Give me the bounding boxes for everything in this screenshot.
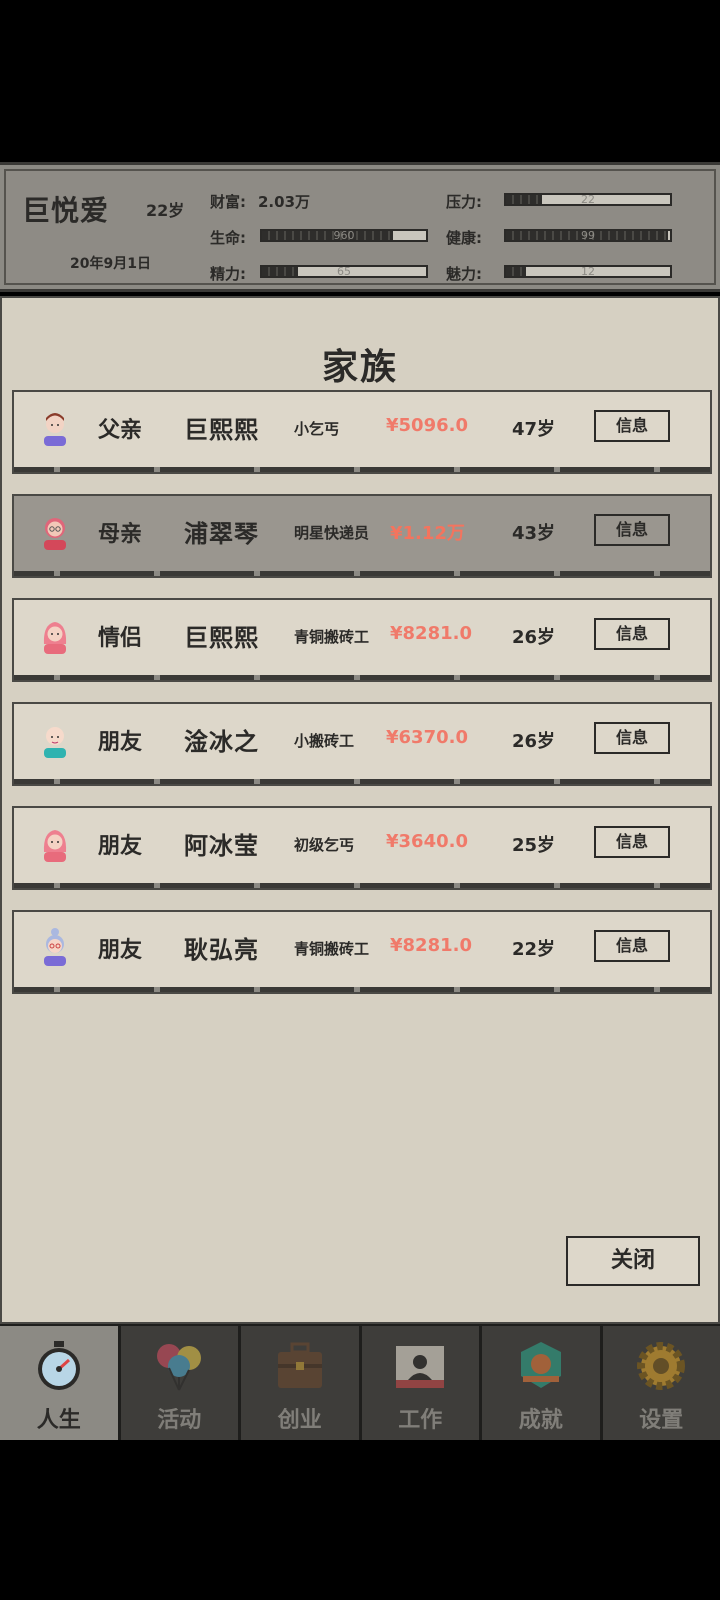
id-card-icon: [396, 1346, 445, 1388]
wealth-value: 2.03万: [258, 193, 311, 211]
tab-business[interactable]: 创业: [241, 1326, 362, 1440]
job-title: 明星快递员: [294, 524, 370, 542]
pressure-value: 22: [581, 193, 595, 206]
age-value: 26岁: [512, 627, 556, 648]
charm-bar: 12: [504, 265, 672, 278]
player-name: 巨悦爱: [22, 194, 110, 227]
female-avatar-icon: [43, 830, 67, 862]
gear-icon: [637, 1342, 686, 1390]
status-panel: 巨悦爱 22岁 20年9月1日 财富: 2.03万 生命: 960 精力: 65…: [0, 162, 720, 292]
close-button[interactable]: 关闭: [566, 1236, 700, 1286]
female-glasses-avatar-icon: [44, 518, 66, 550]
status-panel-inner: 巨悦爱 22岁 20年9月1日 财富: 2.03万 生命: 960 精力: 65…: [4, 169, 716, 285]
job-title: 青铜搬砖工: [294, 940, 370, 958]
money-value: ¥8281.0: [390, 623, 472, 644]
health-value: 99: [581, 229, 595, 242]
info-button[interactable]: 信息: [594, 722, 670, 754]
life-bar: 960: [260, 229, 428, 242]
job-title: 小乞丐: [294, 420, 340, 438]
balloons-icon: [157, 1344, 202, 1391]
relation-label: 情侣: [98, 626, 143, 651]
person-name: 巨熙熙: [184, 624, 259, 652]
relation-label: 朋友: [98, 938, 143, 963]
briefcase-icon: [277, 1342, 322, 1388]
info-button[interactable]: 信息: [594, 410, 670, 442]
tab-settings-label: 设置: [639, 1408, 684, 1433]
male-avatar-icon: [44, 413, 66, 446]
family-row[interactable]: 朋友 耿弘亮 青铜搬砖工 ¥8281.0 22岁 信息: [12, 910, 712, 994]
age-value: 25岁: [512, 835, 556, 856]
energy-bar: 65: [260, 265, 428, 278]
life-value: 960: [333, 229, 355, 242]
person-name: 巨熙熙: [184, 416, 259, 444]
relation-label: 朋友: [98, 730, 143, 755]
info-button[interactable]: 信息: [594, 618, 670, 650]
money-value: ¥3640.0: [386, 831, 468, 852]
job-title: 小搬砖工: [294, 732, 355, 750]
relation-label: 母亲: [98, 522, 143, 547]
charm-value: 12: [581, 265, 595, 278]
player-age: 22岁: [146, 201, 185, 220]
tab-activity-label: 活动: [157, 1408, 202, 1433]
person-name: 淦冰之: [184, 728, 259, 756]
money-value: ¥8281.0: [390, 935, 472, 956]
age-value: 22岁: [512, 939, 556, 960]
grandma-avatar-icon: [44, 928, 66, 966]
charm-label: 魅力:: [446, 265, 482, 283]
female-avatar-icon: [43, 622, 67, 654]
tab-business-label: 创业: [277, 1408, 322, 1433]
relation-label: 父亲: [98, 418, 143, 443]
tab-achievement-label: 成就: [518, 1408, 563, 1433]
pressure-label: 压力:: [446, 193, 482, 211]
family-modal: 家族 父亲 巨熙熙 小乞丐 ¥5096.0 47岁 信息 母亲 浦翠琴 明星快递…: [0, 296, 720, 1324]
game-date: 20年9月1日: [70, 256, 151, 272]
family-row[interactable]: 情侣 巨熙熙 青铜搬砖工 ¥8281.0 26岁 信息: [12, 598, 712, 682]
family-row[interactable]: 父亲 巨熙熙 小乞丐 ¥5096.0 47岁 信息: [12, 390, 712, 474]
tab-work-label: 工作: [398, 1408, 443, 1433]
job-title: 青铜搬砖工: [294, 628, 370, 646]
money-value: ¥6370.0: [386, 727, 468, 748]
tab-life[interactable]: 人生: [0, 1326, 121, 1440]
life-label: 生命:: [210, 229, 246, 247]
wealth-label: 财富:: [210, 193, 246, 211]
energy-label: 精力:: [210, 265, 246, 283]
money-value: ¥1.12万: [390, 523, 465, 544]
family-row[interactable]: 朋友 阿冰莹 初级乞丐 ¥3640.0 25岁 信息: [12, 806, 712, 890]
family-row[interactable]: 朋友 淦冰之 小搬砖工 ¥6370.0 26岁 信息: [12, 702, 712, 786]
person-name: 浦翠琴: [184, 520, 259, 548]
family-row[interactable]: 母亲 浦翠琴 明星快递员 ¥1.12万 43岁 信息: [12, 494, 712, 578]
tab-work[interactable]: 工作: [361, 1326, 482, 1440]
age-value: 43岁: [512, 523, 556, 544]
tab-activity[interactable]: 活动: [120, 1326, 241, 1440]
tab-achievement[interactable]: 成就: [482, 1326, 603, 1440]
age-value: 47岁: [512, 419, 556, 440]
person-name: 耿弘亮: [184, 936, 259, 964]
health-bar: 99: [504, 229, 672, 242]
bald-male-avatar-icon: [44, 727, 66, 758]
stopwatch-icon: [37, 1341, 80, 1390]
info-button[interactable]: 信息: [594, 930, 670, 962]
pressure-bar: 22: [504, 193, 672, 206]
age-value: 26岁: [512, 731, 556, 752]
modal-title: 家族: [321, 347, 398, 388]
tab-life-label: 人生: [36, 1408, 81, 1433]
info-button[interactable]: 信息: [594, 826, 670, 858]
money-value: ¥5096.0: [386, 415, 468, 436]
relation-label: 朋友: [98, 834, 143, 859]
person-name: 阿冰莹: [184, 832, 259, 860]
energy-value: 65: [337, 265, 351, 278]
bottom-nav: 人生 活动 创业 工作 成就 设置: [0, 1324, 720, 1440]
health-label: 健康:: [446, 229, 482, 247]
badge-icon: [520, 1342, 561, 1388]
info-button[interactable]: 信息: [594, 514, 670, 546]
job-title: 初级乞丐: [294, 836, 355, 854]
tab-settings[interactable]: 设置: [602, 1326, 720, 1440]
